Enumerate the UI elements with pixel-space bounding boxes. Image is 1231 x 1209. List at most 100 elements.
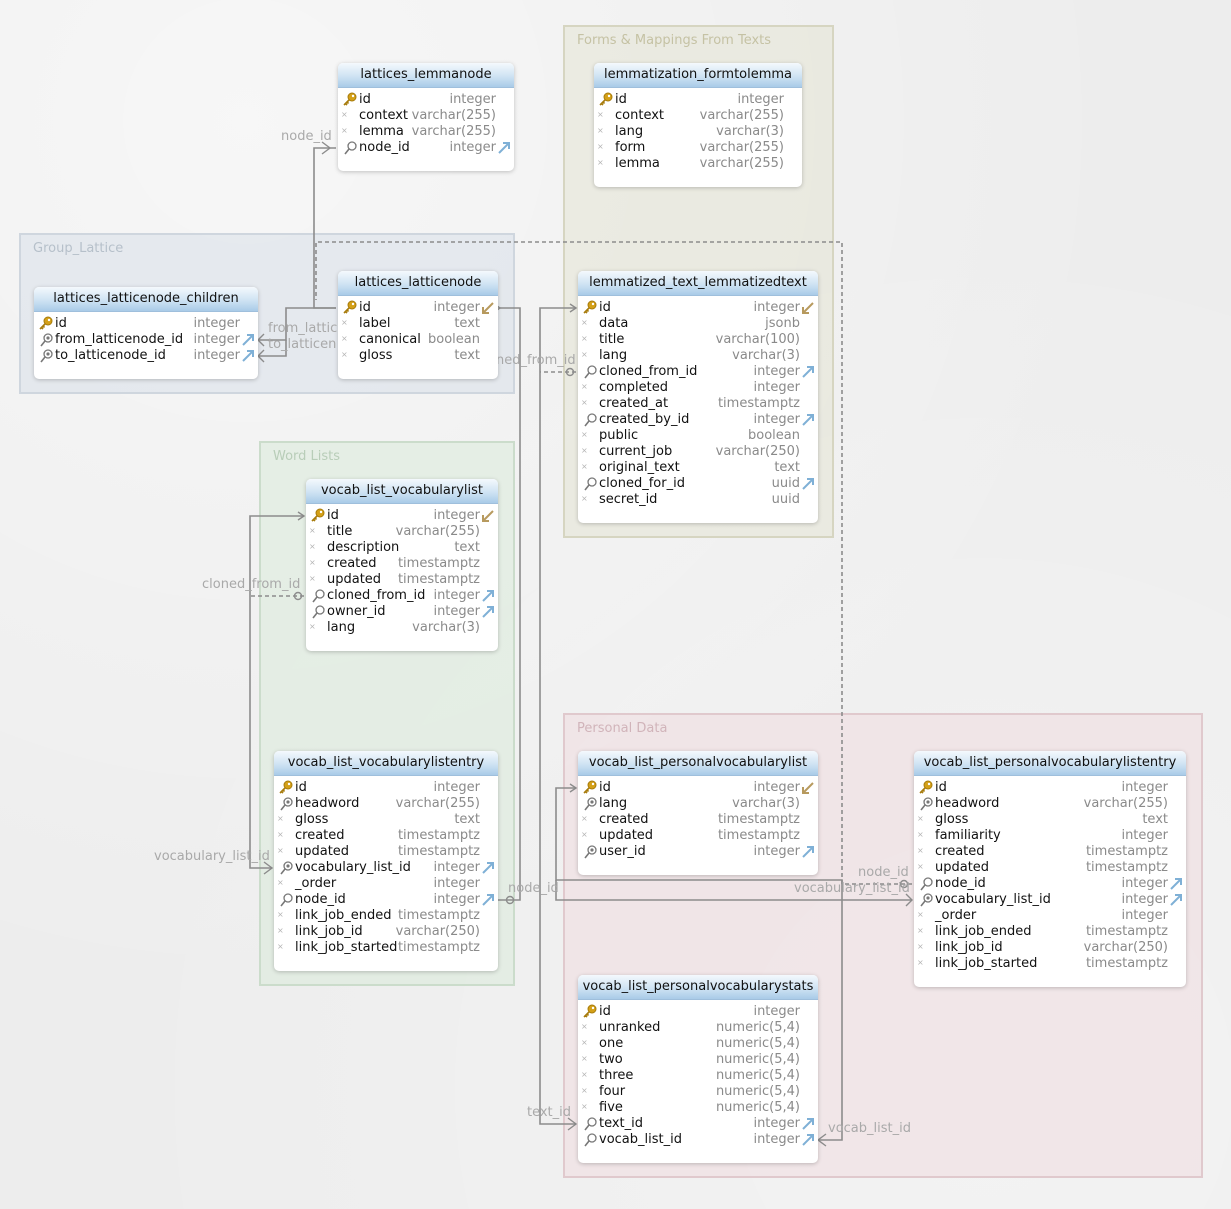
column-row[interactable]: × updated timestamptz xyxy=(914,860,1186,876)
table-lattices-latticenode[interactable]: lattices_latticenode id integer × label text ×… xyxy=(338,271,498,379)
column-row[interactable]: from_latticenode_id integer xyxy=(34,332,258,348)
table-title[interactable]: vocab_list_vocabularylist xyxy=(306,479,498,504)
column-row[interactable]: × lang varchar(3) xyxy=(306,620,498,636)
column-row[interactable]: node_id integer xyxy=(274,892,498,908)
column-row[interactable]: × created timestamptz xyxy=(306,556,498,572)
column-row[interactable]: × secret_id uuid xyxy=(578,492,818,508)
table-title[interactable]: vocab_list_personalvocabularystats xyxy=(578,975,818,1000)
column-row[interactable]: lang varchar(3) xyxy=(578,796,818,812)
table-lemmatized-text-lemmatizedtext[interactable]: lemmatized_text_lemmatizedtext id integer ×… xyxy=(578,271,818,523)
table-vocab-list-vocabularylist[interactable]: vocab_list_vocabularylist id integer × title… xyxy=(306,479,498,651)
column-row[interactable]: × one numeric(5,4) xyxy=(578,1036,818,1052)
column-row[interactable]: × lang varchar(3) xyxy=(578,348,818,364)
link-label-vocabulary-list-id-personal: vocabulary_list_id xyxy=(794,881,910,896)
column-row[interactable]: headword varchar(255) xyxy=(914,796,1186,812)
column-row[interactable]: cloned_from_id integer xyxy=(306,588,498,604)
column-row[interactable]: id integer xyxy=(578,780,818,796)
column-row[interactable]: × description text xyxy=(306,540,498,556)
column-row[interactable]: × context varchar(255) xyxy=(338,108,514,124)
column-row[interactable]: id integer xyxy=(914,780,1186,796)
column-row[interactable]: × four numeric(5,4) xyxy=(578,1084,818,1100)
column-row[interactable]: × five numeric(5,4) xyxy=(578,1100,818,1116)
column-row[interactable]: × canonical boolean xyxy=(338,332,498,348)
column-row[interactable]: × label text xyxy=(338,316,498,332)
column-row[interactable]: owner_id integer xyxy=(306,604,498,620)
column-row[interactable]: id integer xyxy=(578,1004,818,1020)
column-row[interactable]: × gloss text xyxy=(274,812,498,828)
column-row[interactable]: × gloss text xyxy=(914,812,1186,828)
column-row[interactable]: id integer xyxy=(594,92,802,108)
column-row[interactable]: × updated timestamptz xyxy=(306,572,498,588)
column-row[interactable]: × data jsonb xyxy=(578,316,818,332)
column-row[interactable]: × form varchar(255) xyxy=(594,140,802,156)
table-title[interactable]: vocab_list_personalvocabularylist xyxy=(578,751,818,776)
table-title[interactable]: lattices_latticenode_children xyxy=(34,287,258,312)
column-row[interactable]: × link_job_ended timestamptz xyxy=(274,908,498,924)
column-row[interactable]: × original_text text xyxy=(578,460,818,476)
column-row[interactable]: vocab_list_id integer xyxy=(578,1132,818,1148)
table-title[interactable]: vocab_list_vocabularylistentry xyxy=(274,751,498,776)
column-row[interactable]: × lemma varchar(255) xyxy=(594,156,802,172)
column-row[interactable]: node_id integer xyxy=(338,140,514,156)
column-row[interactable]: × link_job_ended timestamptz xyxy=(914,924,1186,940)
column-row[interactable]: id integer xyxy=(338,92,514,108)
column-name: lang xyxy=(327,620,356,635)
column-row[interactable]: × completed integer xyxy=(578,380,818,396)
column-marker: × xyxy=(917,940,937,956)
column-row[interactable]: × link_job_id varchar(250) xyxy=(914,940,1186,956)
column-row[interactable]: × _order integer xyxy=(274,876,498,892)
column-row[interactable]: to_latticenode_id integer xyxy=(34,348,258,364)
table-title[interactable]: vocab_list_personalvocabularylistentry xyxy=(914,751,1186,776)
column-row[interactable]: × lang varchar(3) xyxy=(594,124,802,140)
column-row[interactable]: × lemma varchar(255) xyxy=(338,124,514,140)
table-lemmatization-formtolemma[interactable]: lemmatization_formtolemma id integer × conte… xyxy=(594,63,802,187)
column-row[interactable]: × current_job varchar(250) xyxy=(578,444,818,460)
table-vocab-list-vocabularylistentry[interactable]: vocab_list_vocabularylistentry id integer h… xyxy=(274,751,498,971)
column-row[interactable]: cloned_for_id uuid xyxy=(578,476,818,492)
column-row[interactable]: vocabulary_list_id integer xyxy=(914,892,1186,908)
table-vocab-list-personalvocabularystats[interactable]: vocab_list_personalvocabularystatsid inte… xyxy=(578,975,818,1163)
column-row[interactable]: id integer xyxy=(338,300,498,316)
column-row[interactable]: × link_job_started timestamptz xyxy=(274,940,498,956)
column-row[interactable]: × link_job_started timestamptz xyxy=(914,956,1186,972)
table-title[interactable]: lemmatized_text_lemmatizedtext xyxy=(578,271,818,296)
column-type: integer xyxy=(1121,780,1168,795)
column-row[interactable]: headword varchar(255) xyxy=(274,796,498,812)
column-row[interactable]: × title varchar(255) xyxy=(306,524,498,540)
column-row[interactable]: id integer xyxy=(34,316,258,332)
column-row[interactable]: cloned_from_id integer xyxy=(578,364,818,380)
column-row[interactable]: × two numeric(5,4) xyxy=(578,1052,818,1068)
column-row[interactable]: created_by_id integer xyxy=(578,412,818,428)
column-row[interactable]: × title varchar(100) xyxy=(578,332,818,348)
table-vocab-list-personalvocabularylistentry[interactable]: vocab_list_personalvocabularylistentryid… xyxy=(914,751,1186,987)
table-lattices-latticenode-children[interactable]: lattices_latticenode_children id integer fr… xyxy=(34,287,258,379)
column-row[interactable]: × _order integer xyxy=(914,908,1186,924)
column-row[interactable]: × public boolean xyxy=(578,428,818,444)
column-row[interactable]: × created_at timestamptz xyxy=(578,396,818,412)
column-row[interactable]: × updated timestamptz xyxy=(274,844,498,860)
column-row[interactable]: × gloss text xyxy=(338,348,498,364)
column-row[interactable]: × updated timestamptz xyxy=(578,828,818,844)
table-vocab-list-personalvocabularylist[interactable]: vocab_list_personalvocabularylistid integ… xyxy=(578,751,818,875)
column-row[interactable]: × context varchar(255) xyxy=(594,108,802,124)
table-title[interactable]: lattices_latticenode xyxy=(338,271,498,296)
table-title[interactable]: lemmatization_formtolemma xyxy=(594,63,802,88)
column-row[interactable]: × three numeric(5,4) xyxy=(578,1068,818,1084)
index-icon xyxy=(344,141,357,155)
table-title[interactable]: lattices_lemmanode xyxy=(338,63,514,88)
table-lattices-lemmanode[interactable]: lattices_lemmanode id integer × context varch… xyxy=(338,63,514,171)
column-row[interactable]: id integer xyxy=(274,780,498,796)
column-row[interactable]: id integer xyxy=(306,508,498,524)
column-row[interactable]: × familiarity integer xyxy=(914,828,1186,844)
column-row[interactable]: × created timestamptz xyxy=(578,812,818,828)
column-row[interactable]: user_id integer xyxy=(578,844,818,860)
column-row[interactable]: text_id integer xyxy=(578,1116,818,1132)
column-row[interactable]: id integer xyxy=(578,300,818,316)
column-row[interactable]: × created timestamptz xyxy=(914,844,1186,860)
column-row[interactable]: × unranked numeric(5,4) xyxy=(578,1020,818,1036)
column-row[interactable]: × link_job_id varchar(250) xyxy=(274,924,498,940)
column-row[interactable]: × created timestamptz xyxy=(274,828,498,844)
column-row[interactable]: vocabulary_list_id integer xyxy=(274,860,498,876)
column-type: varchar(255) xyxy=(395,796,480,811)
column-row[interactable]: node_id integer xyxy=(914,876,1186,892)
